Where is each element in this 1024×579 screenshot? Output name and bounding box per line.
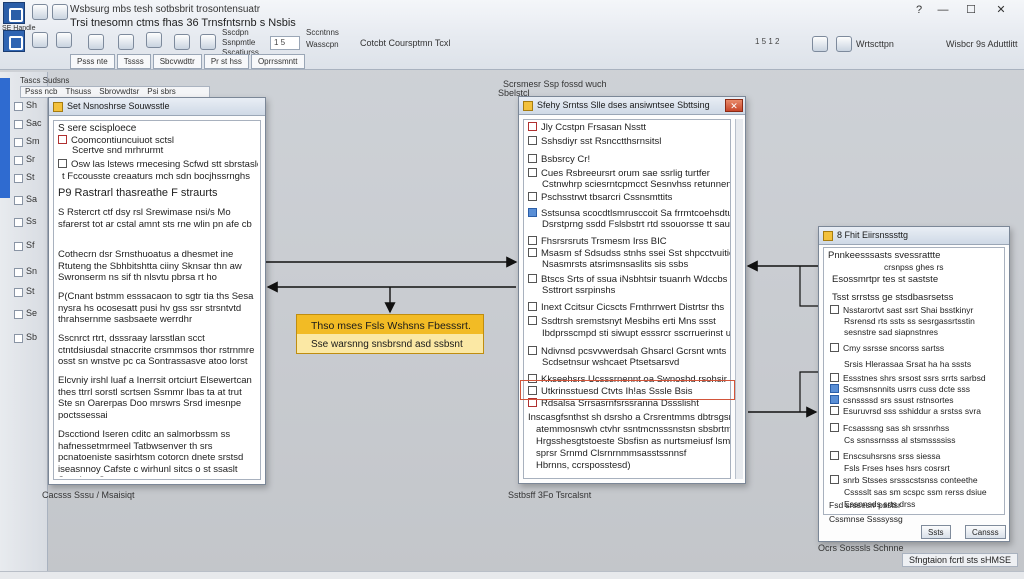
- status-bar: [0, 571, 1024, 579]
- status-indicator: Sfngtaion fcrtl sts sHMSE: [901, 553, 1018, 567]
- arrow-connector-bottom: [799, 371, 818, 412]
- flow-arrows: [266, 256, 818, 418]
- arrow-connector-top: [799, 266, 818, 307]
